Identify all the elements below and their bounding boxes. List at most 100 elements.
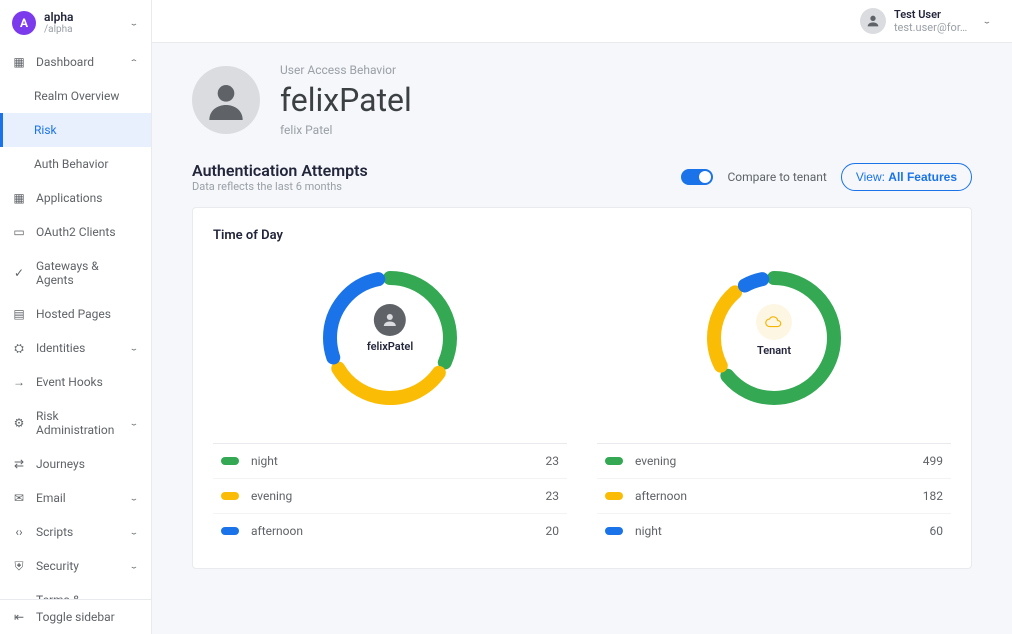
exit-icon: →: [12, 375, 26, 389]
sidebar-item-risk-administration[interactable]: ⚙ Risk Administration ⌄: [0, 399, 151, 447]
people-icon: ⛭: [12, 341, 26, 355]
chevron-down-icon: ⌄: [129, 18, 139, 26]
sidebar-item-label: Auth Behavior: [34, 157, 139, 171]
sidebar-item-identities[interactable]: ⛭ Identities ⌄: [0, 331, 151, 365]
sidebar-item-label: Event Hooks: [36, 375, 139, 389]
mail-icon: ✉: [12, 491, 26, 505]
collapse-icon: ⇤: [12, 610, 26, 624]
view-btn-value: All Features: [888, 170, 957, 184]
legend-item: afternoon 182: [597, 479, 951, 514]
realm-selector[interactable]: A alpha /alpha ⌄: [0, 0, 151, 45]
sidebar-item-label: Journeys: [36, 457, 139, 471]
sidebar-item-label: Dashboard: [36, 55, 129, 69]
legend-item: afternoon 20: [213, 514, 567, 548]
legend-swatch: [605, 527, 623, 535]
sidebar-item-label: Risk: [34, 123, 139, 137]
legend-name: night: [635, 524, 930, 538]
sidebar-item-risk[interactable]: Risk: [0, 113, 151, 147]
page-icon: ▤: [12, 307, 26, 321]
legend-item: evening 23: [213, 479, 567, 514]
realm-path: /alpha: [44, 24, 129, 35]
sidebar-item-label: Scripts: [36, 525, 129, 539]
sidebar-item-oauth2-clients[interactable]: ▭ OAuth2 Clients: [0, 215, 151, 249]
sidebar-item-journeys[interactable]: ⇄ Journeys: [0, 447, 151, 481]
legend-name: afternoon: [251, 524, 546, 538]
legend-name: evening: [251, 489, 546, 503]
box-icon: ▭: [12, 225, 26, 239]
legend-swatch: [605, 492, 623, 500]
legend-value: 182: [923, 489, 943, 503]
donut-chart: felixPatel: [305, 253, 475, 423]
sidebar-item-applications[interactable]: ▦ Applications: [0, 181, 151, 215]
time-of-day-card: Time of Day felixPatel night 23 evening …: [192, 207, 972, 569]
sidebar-item-scripts[interactable]: ‹› Scripts ⌄: [0, 515, 151, 549]
compare-toggle-label: Compare to tenant: [727, 170, 826, 184]
legend-name: evening: [635, 454, 923, 468]
profile-avatar-icon: [192, 66, 260, 134]
compare-toggle[interactable]: [681, 169, 713, 185]
toggle-sidebar-button[interactable]: ⇤ Toggle sidebar: [0, 600, 151, 634]
donut-user: felixPatel night 23 evening 23 afternoon…: [213, 253, 567, 548]
donut-tenant: Tenant evening 499 afternoon 182 night 6…: [597, 253, 951, 548]
chevron-up-icon: ⌃: [129, 58, 139, 66]
legend-swatch: [221, 492, 239, 500]
sidebar-item-terms-conditions[interactable]: ✎ Terms & Conditions: [0, 583, 151, 599]
sidebar-item-realm-overview[interactable]: Realm Overview: [0, 79, 151, 113]
user-email: test.user@for…: [894, 21, 974, 34]
grid-icon: ▦: [12, 55, 26, 69]
legend-name: afternoon: [635, 489, 923, 503]
donut-center-label: felixPatel: [367, 340, 413, 353]
gear-icon: ⚙: [12, 416, 26, 430]
sidebar-item-email[interactable]: ✉ Email ⌄: [0, 481, 151, 515]
sidebar-item-dashboard[interactable]: ▦ Dashboard ⌃: [0, 45, 151, 79]
route-icon: ⇄: [12, 457, 26, 471]
legend-value: 23: [546, 489, 560, 503]
legend-item: night 23: [213, 444, 567, 479]
donut-legend: night 23 evening 23 afternoon 20: [213, 443, 567, 548]
user-name: Test User: [894, 8, 974, 21]
legend-swatch: [221, 457, 239, 465]
view-features-button[interactable]: View: All Features: [841, 163, 972, 191]
section-title: Authentication Attempts: [192, 161, 368, 180]
sidebar-item-gateways-agents[interactable]: ✓ Gateways & Agents: [0, 249, 151, 297]
section-subtitle: Data reflects the last 6 months: [192, 180, 368, 193]
legend-swatch: [605, 457, 623, 465]
chevron-down-icon: ⌄: [129, 494, 139, 502]
shield-check-icon: ✓: [12, 266, 26, 280]
sidebar-item-label: Security: [36, 559, 129, 573]
chevron-down-icon: ⌄: [129, 562, 139, 570]
legend-value: 60: [930, 524, 944, 538]
code-icon: ‹›: [12, 525, 26, 539]
donut-center-label: Tenant: [757, 344, 791, 357]
sidebar: A alpha /alpha ⌄ ▦ Dashboard ⌃ Realm Ove…: [0, 0, 152, 634]
legend-item: evening 499: [597, 444, 951, 479]
chevron-down-icon: ⌄: [129, 528, 139, 536]
user-avatar-icon: [860, 8, 886, 34]
sidebar-item-security[interactable]: ⛨ Security ⌄: [0, 549, 151, 583]
view-btn-prefix: View:: [856, 170, 888, 184]
sidebar-item-label: Email: [36, 491, 129, 505]
user-menu[interactable]: Test User test.user@for… ⌄: [860, 8, 992, 34]
sidebar-item-label: Risk Administration: [36, 409, 129, 437]
sidebar-item-auth-behavior[interactable]: Auth Behavior: [0, 147, 151, 181]
page-overline: User Access Behavior: [280, 63, 412, 77]
donut-legend: evening 499 afternoon 182 night 60: [597, 443, 951, 548]
legend-value: 499: [923, 454, 943, 468]
donut-chart: Tenant: [689, 253, 859, 423]
sidebar-item-label: Identities: [36, 341, 129, 355]
realm-name: alpha: [44, 10, 129, 24]
cloud-icon: [756, 304, 792, 340]
center-avatar-icon: [374, 304, 406, 336]
chevron-down-icon: ⌄: [129, 344, 139, 352]
sidebar-item-hosted-pages[interactable]: ▤ Hosted Pages: [0, 297, 151, 331]
chevron-down-icon: ⌄: [129, 419, 139, 427]
sidebar-item-label: Realm Overview: [34, 89, 139, 103]
sidebar-item-label: OAuth2 Clients: [36, 225, 139, 239]
header: Test User test.user@for… ⌄: [152, 0, 1012, 43]
sidebar-item-event-hooks[interactable]: → Event Hooks: [0, 365, 151, 399]
legend-value: 23: [546, 454, 560, 468]
legend-name: night: [251, 454, 546, 468]
grid-icon: ▦: [12, 191, 26, 205]
legend-swatch: [221, 527, 239, 535]
sidebar-item-label: Hosted Pages: [36, 307, 139, 321]
